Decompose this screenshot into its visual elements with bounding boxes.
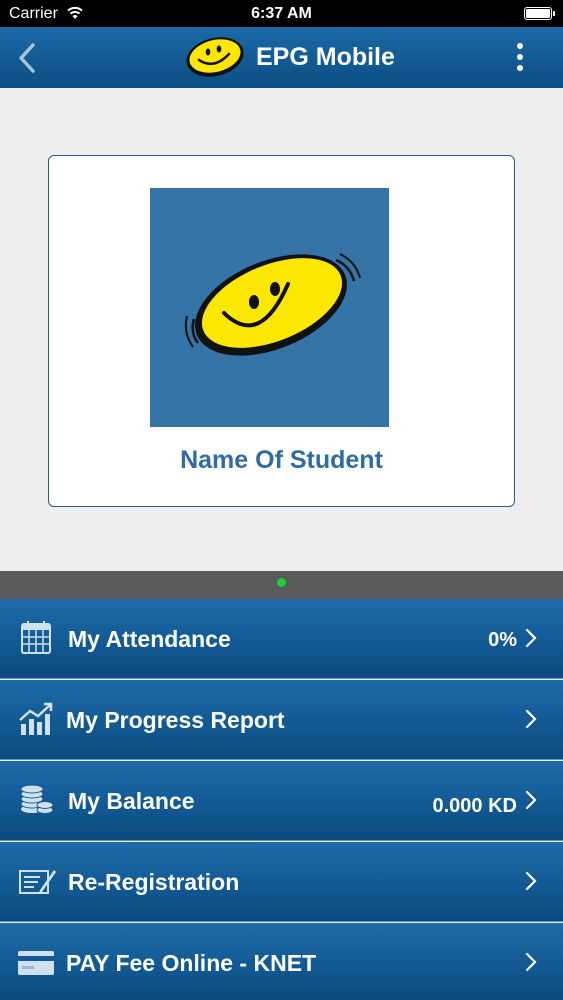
menu-item-attendance[interactable]: My Attendance 0%: [0, 599, 563, 679]
profile-area: Name Of Student: [0, 88, 563, 571]
status-bar: Carrier 6:37 AM: [0, 0, 563, 27]
form-icon: [19, 870, 56, 894]
battery-icon: [524, 7, 555, 20]
chevron-right-icon: [525, 952, 537, 972]
chevron-right-icon: [525, 871, 537, 891]
menu-item-label: My Progress Report: [66, 707, 285, 733]
nav-bar: EPG Mobile: [0, 27, 563, 88]
chevron-right-icon: [525, 709, 537, 729]
page-indicator-bar: [0, 571, 563, 599]
menu-item-label: Re-Registration: [68, 869, 240, 895]
student-name: Name Of Student: [180, 446, 383, 474]
chart-icon: [19, 702, 53, 735]
chevron-right-icon: [525, 790, 537, 810]
smiley-face-icon: [184, 253, 361, 356]
smiley-logo-icon: [186, 37, 244, 77]
calendar-icon: [21, 621, 51, 654]
menu-item-label: PAY Fee Online - KNET: [66, 950, 317, 976]
menu-item-re-registration[interactable]: Re-Registration: [0, 842, 563, 922]
clock: 6:37 AM: [251, 5, 312, 22]
menu-item-progress-report[interactable]: My Progress Report: [0, 680, 563, 760]
menu-item-label: My Attendance: [68, 626, 231, 652]
student-card: Name Of Student: [48, 155, 515, 507]
balance-value: 0.000 KD: [432, 795, 518, 817]
attendance-value: 0%: [488, 629, 517, 651]
menu-item-balance[interactable]: My Balance 0.000 KD: [0, 761, 563, 841]
app-title: EPG Mobile: [256, 43, 395, 71]
menu-item-pay-fee[interactable]: PAY Fee Online - KNET: [0, 923, 563, 1000]
more-options-icon[interactable]: [517, 43, 523, 73]
coins-icon: [20, 784, 54, 814]
menu-item-label: My Balance: [68, 788, 195, 814]
student-photo: [150, 188, 389, 427]
chevron-right-icon: [525, 628, 537, 648]
page-indicator-dot[interactable]: [277, 578, 286, 587]
back-icon[interactable]: [14, 41, 40, 75]
credit-card-icon: [18, 951, 54, 975]
